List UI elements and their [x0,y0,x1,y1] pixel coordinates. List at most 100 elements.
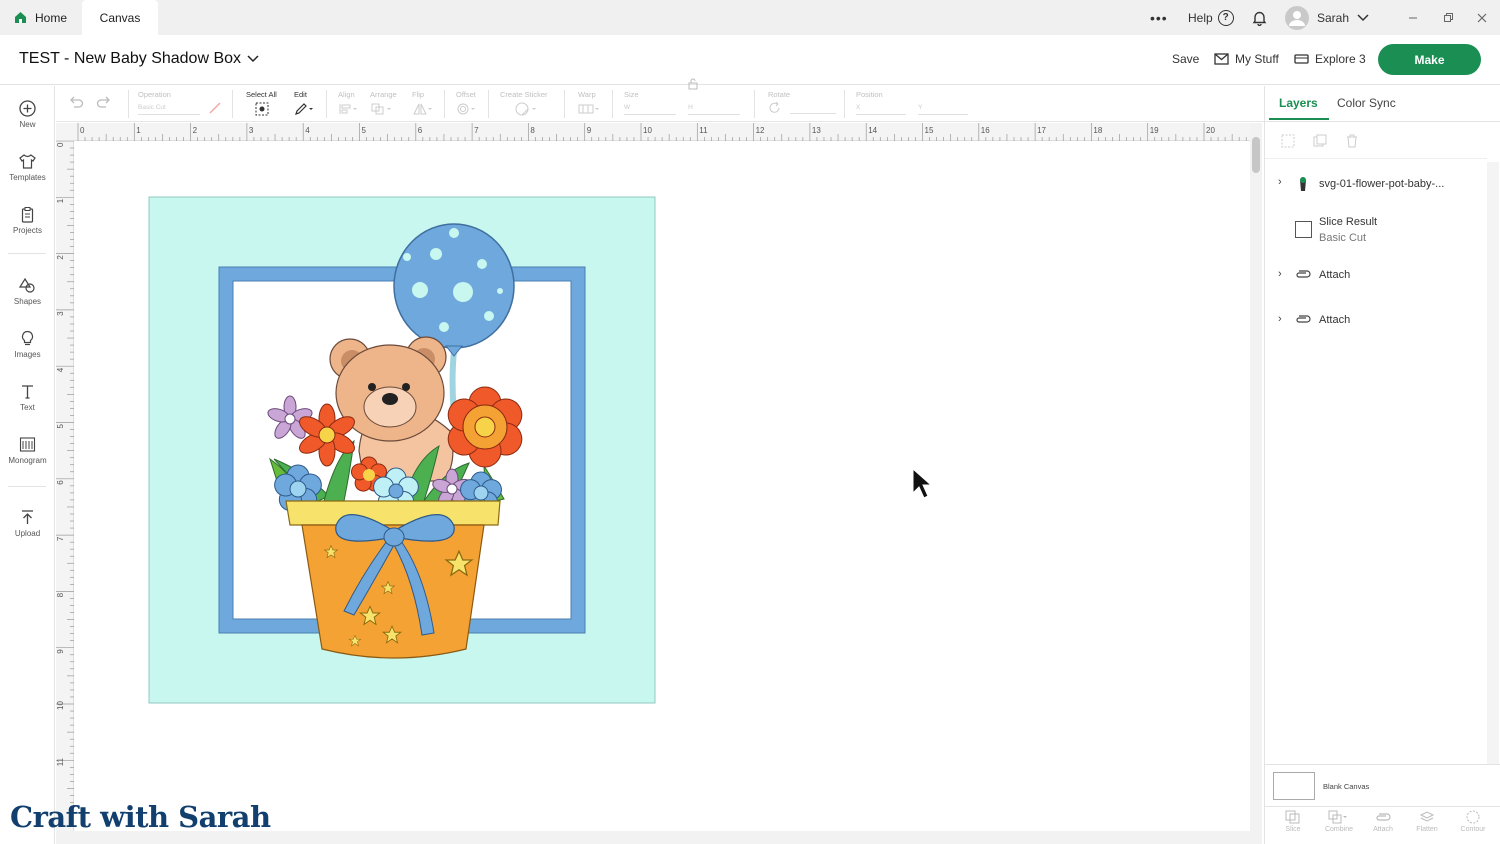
contour-label: Contour [1460,826,1486,833]
restore-button[interactable] [1443,0,1453,35]
offset-button[interactable]: Offset [456,90,478,115]
tab-home[interactable]: Home [0,0,82,35]
tab-canvas[interactable]: Canvas [82,0,158,35]
layers-scrollbar[interactable] [1487,162,1499,764]
project-header: TEST - New Baby Shadow Box Save My Stuff… [0,35,1500,85]
combine-icon [1328,810,1347,824]
operation-label: Operation [138,90,171,99]
design-canvas[interactable] [74,141,1250,831]
upload-icon [22,510,33,524]
duplicate-icon[interactable] [1313,134,1327,148]
sidebar-item-images[interactable]: Images [0,330,55,359]
slice-icon [1285,810,1300,824]
project-title: TEST - New Baby Shadow Box [19,50,242,67]
pen-slash-icon [209,102,221,114]
vertical-scrollbar[interactable] [1250,123,1262,831]
my-stuff-button[interactable]: My Stuff [1214,52,1279,66]
machine-icon [1294,54,1309,64]
project-title-dropdown[interactable]: TEST - New Baby Shadow Box [19,50,259,68]
arrange-dropdown[interactable]: Arrange [370,90,397,115]
position-x-field[interactable]: X [856,104,906,115]
sidebar-item-text[interactable]: Text [0,383,55,412]
trash-icon[interactable] [1345,134,1359,148]
home-icon [15,12,26,23]
undo-button[interactable] [68,96,84,110]
sidebar-item-new[interactable]: New [0,100,55,129]
minimize-button[interactable] [1408,0,1418,35]
align-dropdown[interactable]: Align [338,90,360,114]
machine-label: Explore 3 [1315,52,1366,66]
sidebar-item-upload[interactable]: Upload [0,509,55,538]
width-field[interactable]: W [624,104,676,115]
contour-button[interactable]: Contour [1453,810,1493,833]
combine-button[interactable]: Combine [1319,810,1359,833]
sidebar-item-projects[interactable]: Projects [0,206,55,235]
pencil-icon [295,103,313,115]
create-sticker-button[interactable]: Create Sticker [500,90,548,116]
blank-canvas-swatch[interactable] [1273,772,1315,800]
vertical-scroll-thumb[interactable] [1252,137,1260,173]
attach-label: Attach [1373,826,1393,833]
make-button[interactable]: Make [1378,44,1481,75]
flip-dropdown[interactable]: Flip [412,90,434,115]
height-field[interactable]: H [688,104,741,115]
ruler-label: 7 [474,126,479,135]
arrange-icon [371,103,391,115]
restore-icon [1444,12,1453,22]
ruler-label: 2 [56,255,65,260]
warp-dropdown[interactable]: Warp [578,90,602,114]
sticker-icon [515,102,536,116]
rotate-field[interactable] [790,103,837,114]
ruler-label: 15 [925,126,934,135]
sidebar-label: Projects [13,226,42,235]
ruler-label: 2 [193,126,198,135]
title-bar: Home Canvas ••• Help ? Sarah [0,0,1500,35]
sidebar-label: Monogram [8,456,47,465]
tab-color-sync[interactable]: Color Sync [1337,96,1396,110]
select-all-button[interactable]: Select All [246,90,277,116]
layer-thumbnail [1300,177,1306,191]
linetype-color-swatch[interactable] [208,101,222,117]
chevron-right-icon[interactable]: › [1278,176,1282,188]
ruler-label: 12 [756,126,765,135]
rotate-icon [769,101,780,113]
ruler-label: 5 [56,424,65,429]
create-sticker-label: Create Sticker [500,90,548,99]
edit-dropdown[interactable]: Edit [294,90,316,115]
sidebar-item-shapes[interactable]: Shapes [0,277,55,306]
ruler-vertical: 0 1 2 3 4 5 6 7 8 9 10 11 [56,141,74,831]
edit-label: Edit [294,90,307,99]
chevron-down-icon [1357,13,1369,21]
ruler-label: 20 [1206,126,1215,135]
help-button[interactable]: Help ? [1188,0,1234,35]
layer-color-swatch[interactable] [1295,221,1312,238]
ruler-label: 1 [136,126,141,135]
chevron-right-icon[interactable]: › [1278,313,1282,325]
blank-canvas-label: Blank Canvas [1323,782,1370,791]
flip-icon [413,103,432,115]
position-label: Position [856,90,883,99]
machine-selector[interactable]: Explore 3 [1294,52,1366,66]
flatten-button[interactable]: Flatten [1407,810,1447,833]
sidebar-item-monogram[interactable]: Monogram [0,436,55,465]
group-icon[interactable] [1281,134,1295,148]
minimize-icon [1409,17,1417,18]
position-y-field[interactable]: Y [918,104,969,115]
align-icon [339,104,357,114]
close-button[interactable] [1477,0,1487,35]
tab-home-label: Home [35,10,68,25]
lock-icon[interactable] [688,78,698,90]
user-menu[interactable]: Sarah [1285,0,1369,35]
redo-button[interactable] [96,96,112,110]
tab-layers[interactable]: Layers [1279,96,1318,110]
save-button[interactable]: Save [1172,52,1199,66]
redo-icon [96,96,110,108]
more-options-button[interactable]: ••• [1150,0,1168,35]
attach-button[interactable]: Attach [1363,810,1403,833]
notifications-button[interactable] [1252,0,1267,35]
slice-button[interactable]: Slice [1273,810,1313,833]
operation-dropdown[interactable]: Operation Basic Cut [138,90,200,115]
ruler-label: 14 [868,126,877,135]
chevron-right-icon[interactable]: › [1278,268,1282,280]
sidebar-item-templates[interactable]: Templates [0,153,55,182]
